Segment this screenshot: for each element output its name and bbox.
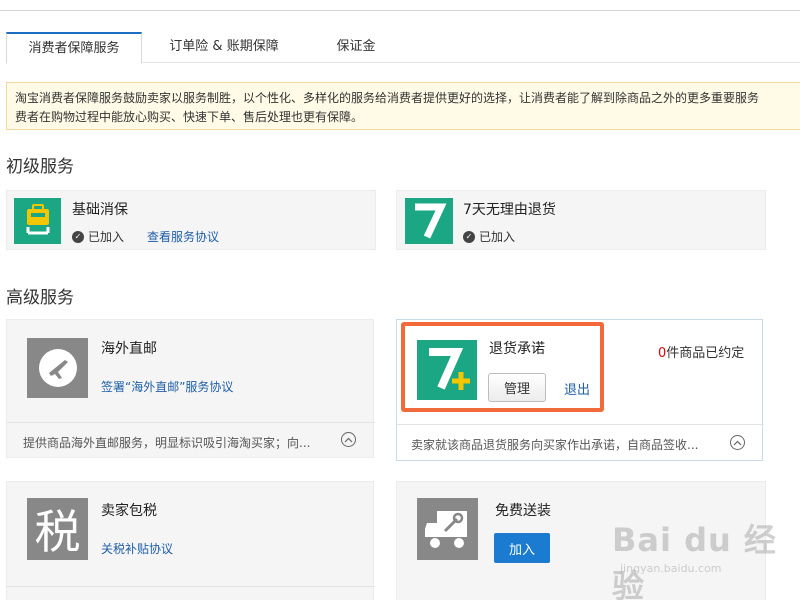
chevron-up-icon[interactable] — [730, 435, 745, 450]
view-agreement-link[interactable]: 查看服务协议 — [147, 228, 219, 245]
agreed-count: 0件商品已约定 — [658, 342, 744, 361]
divider — [7, 422, 375, 423]
joined-label: 已加入 — [479, 230, 516, 244]
chevron-up-icon[interactable] — [341, 432, 356, 447]
tab-deposit[interactable]: 保证金 — [306, 32, 406, 63]
join-button[interactable]: 加入 — [494, 533, 550, 563]
airplane-icon — [27, 338, 88, 398]
notice-line-1: 淘宝消费者保障服务鼓励卖家以服务制胜，以个性化、多样化的服务给消费者提供更好的选… — [15, 91, 760, 105]
watermark-logo: Bai du 经验 — [612, 521, 777, 600]
agreed-count-label: 件商品已约定 — [666, 346, 745, 361]
card-title: 免费送装 — [495, 503, 551, 519]
baidu-watermark: Bai du 经验 jingyan.baidu.com — [612, 515, 800, 600]
watermark-url: jingyan.baidu.com — [620, 562, 722, 575]
basic-services-title: 初级服务 — [6, 157, 74, 177]
card-basic-protection: 基础消保 ✓ 已加入 查看服务协议 — [6, 190, 376, 250]
divider — [7, 586, 375, 587]
tab-order-insurance[interactable]: 订单险 & 账期保障 — [154, 32, 294, 63]
advanced-services-title: 高级服务 — [6, 288, 74, 308]
tab-bar: 消费者保障服务 订单险 & 账期保障 保证金 — [6, 32, 800, 64]
joined-status: ✓ 已加入 — [463, 228, 515, 245]
check-icon: ✓ — [463, 230, 475, 243]
highlight-box — [401, 322, 604, 412]
seven-icon — [405, 198, 453, 244]
card-title: 海外直邮 — [101, 341, 157, 357]
check-icon: ✓ — [72, 230, 84, 243]
card-seller-tax: 税 卖家包税 关税补贴协议 — [6, 481, 375, 600]
card-7day-return: 7天无理由退货 ✓ 已加入 — [396, 190, 766, 250]
card-description: 提供商品海外直邮服务，明显标识吸引海淘买家；向... — [23, 436, 311, 450]
card-title: 7天无理由退货 — [463, 202, 556, 218]
card-title: 基础消保 — [72, 202, 128, 218]
sign-agreement-link[interactable]: 签署“海外直邮”服务协议 — [101, 378, 233, 395]
card-title: 卖家包税 — [101, 503, 157, 519]
card-overseas-mail: 海外直邮 签署“海外直邮”服务协议 提供商品海外直邮服务，明显标识吸引海淘买家；… — [6, 319, 375, 458]
top-divider — [0, 10, 800, 11]
tab-consumer-protection[interactable]: 消费者保障服务 — [6, 32, 142, 64]
bag-icon — [14, 198, 61, 244]
divider — [397, 424, 764, 425]
notice-line-2: 费者在购物过程中能放心购买、快速下单、售后处理也更有保障。 — [15, 110, 364, 124]
tax-icon: 税 — [27, 498, 88, 560]
joined-label: 已加入 — [88, 230, 125, 244]
info-notice: 淘宝消费者保障服务鼓励卖家以服务制胜，以个性化、多样化的服务给消费者提供更好的选… — [6, 82, 800, 130]
card-description: 卖家就该商品退货服务向买家作出承诺，自商品签收... — [411, 438, 699, 452]
install-truck-icon — [417, 498, 478, 560]
tax-agreement-link[interactable]: 关税补贴协议 — [101, 540, 173, 557]
joined-status: ✓ 已加入 — [72, 228, 124, 245]
